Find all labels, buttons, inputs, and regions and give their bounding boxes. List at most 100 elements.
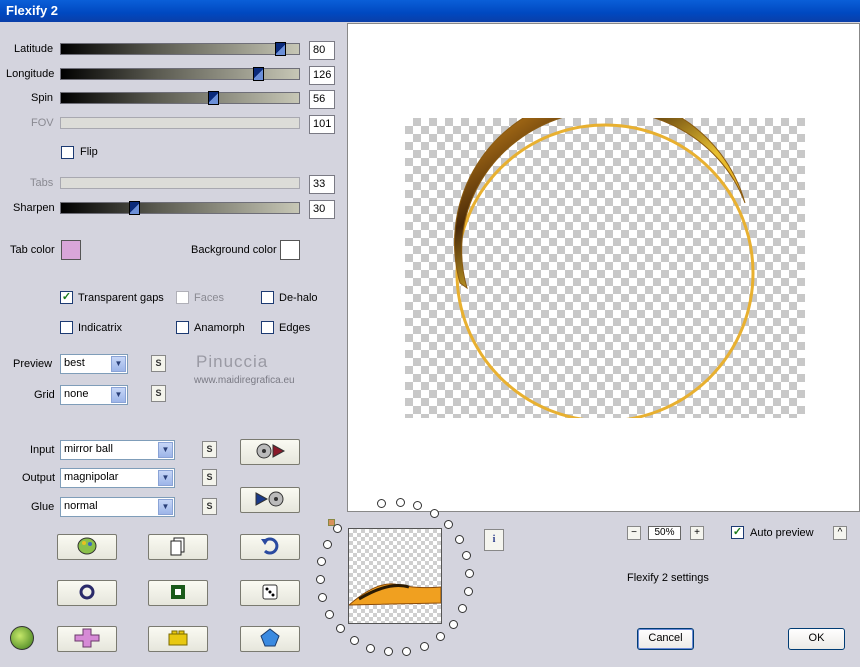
brick-button[interactable] xyxy=(148,626,208,652)
rotation-dot[interactable] xyxy=(325,609,335,619)
rotation-dot[interactable] xyxy=(429,508,439,518)
copy-button[interactable] xyxy=(148,534,208,560)
pentagon-button[interactable] xyxy=(240,626,300,652)
dehalo-checkbox[interactable] xyxy=(261,291,274,304)
glue-select[interactable]: normal ▼ xyxy=(60,497,175,517)
cancel-button[interactable]: Cancel xyxy=(637,628,694,650)
auto-preview-label: Auto preview xyxy=(750,527,814,539)
rotation-dot[interactable] xyxy=(465,569,475,579)
indicatrix-label: Indicatrix xyxy=(78,322,123,334)
dice-icon xyxy=(262,584,278,600)
longitude-slider[interactable] xyxy=(60,67,300,81)
dehalo-label: De-halo xyxy=(279,292,318,304)
collapse-button[interactable]: ^ xyxy=(833,526,847,540)
window-title: Flexify 2 xyxy=(6,3,59,18)
rotation-dot[interactable] xyxy=(350,635,360,645)
undo-button[interactable] xyxy=(240,534,300,560)
glue-s-button[interactable]: S xyxy=(202,498,217,515)
input-select[interactable]: mirror ball ▼ xyxy=(60,440,175,460)
input-label: Input xyxy=(30,444,55,456)
zoom-out-button[interactable]: − xyxy=(627,526,641,540)
glue-select-value: normal xyxy=(64,500,98,512)
rotation-dot[interactable] xyxy=(464,587,474,597)
zoom-in-button[interactable]: + xyxy=(690,526,704,540)
preview-select-value: best xyxy=(64,357,85,369)
anamorph-label: Anamorph xyxy=(194,322,245,334)
palette-icon xyxy=(77,537,97,555)
output-convert-button[interactable] xyxy=(240,487,300,513)
rotation-dot[interactable] xyxy=(336,624,346,634)
faces-label: Faces xyxy=(194,292,224,304)
longitude-thumb[interactable] xyxy=(253,67,264,81)
transparent-gaps-checkbox[interactable]: ✓ xyxy=(60,291,73,304)
auto-preview-checkbox[interactable]: ✓ xyxy=(731,526,744,539)
faces-checkbox xyxy=(176,291,189,304)
output-select[interactable]: magnipolar ▼ xyxy=(60,468,175,488)
rotation-dot[interactable] xyxy=(455,534,465,544)
spin-slider[interactable] xyxy=(60,91,300,105)
preview-select[interactable]: best ▼ xyxy=(60,354,128,374)
rotation-dot[interactable] xyxy=(366,643,376,653)
rotation-dot[interactable] xyxy=(323,539,333,549)
sharpen-value[interactable]: 30 xyxy=(309,200,335,219)
rotation-dot[interactable] xyxy=(435,632,445,642)
output-s-button[interactable]: S xyxy=(202,469,217,486)
latitude-label: Latitude xyxy=(14,43,54,55)
anamorph-checkbox[interactable] xyxy=(176,321,189,334)
rotation-dot[interactable] xyxy=(448,619,458,629)
square-button[interactable] xyxy=(148,580,208,606)
info-icon[interactable]: i xyxy=(484,529,504,551)
zoom-level[interactable]: 50% xyxy=(648,526,681,540)
rotation-dot[interactable] xyxy=(317,556,327,566)
preview-s-button[interactable]: S xyxy=(151,355,166,372)
plus-shape-button[interactable] xyxy=(57,626,117,652)
latitude-slider[interactable] xyxy=(60,42,300,56)
preview-canvas[interactable] xyxy=(347,23,860,512)
edges-checkbox[interactable] xyxy=(261,321,274,334)
flip-checkbox[interactable] xyxy=(61,146,74,159)
tab-color-swatch[interactable] xyxy=(61,240,81,260)
latitude-value[interactable]: 80 xyxy=(309,41,335,60)
background-color-swatch[interactable] xyxy=(280,240,300,260)
rotation-dot[interactable] xyxy=(462,551,472,561)
ring-icon xyxy=(79,584,95,600)
rotation-dot[interactable] xyxy=(318,592,328,602)
rotation-dot[interactable] xyxy=(333,524,343,534)
indicatrix-checkbox[interactable] xyxy=(60,321,73,334)
flip-label: Flip xyxy=(80,146,98,158)
copy-icon xyxy=(170,537,185,556)
fov-label: FOV xyxy=(31,117,54,129)
plus-shape-icon xyxy=(74,628,100,648)
ring-button[interactable] xyxy=(57,580,117,606)
spin-thumb[interactable] xyxy=(208,91,219,105)
rotation-dot[interactable] xyxy=(419,641,429,651)
square-frame-icon xyxy=(171,585,185,599)
rotation-dot[interactable] xyxy=(384,647,394,657)
rotation-dot[interactable] xyxy=(395,497,405,507)
watermark-name: Pinuccia xyxy=(196,352,269,371)
sharpen-slider[interactable] xyxy=(60,201,300,215)
thumbnail-preview[interactable] xyxy=(347,528,442,624)
ring-render xyxy=(453,94,755,423)
rotation-dot[interactable] xyxy=(444,520,454,530)
chevron-down-icon: ▼ xyxy=(111,356,126,372)
input-s-button[interactable]: S xyxy=(202,441,217,458)
rotation-dot[interactable] xyxy=(458,604,468,614)
grid-select[interactable]: none ▼ xyxy=(60,385,128,405)
grid-s-button[interactable]: S xyxy=(151,385,166,402)
tabs-value: 33 xyxy=(309,175,335,194)
watermark-url: www.maidiregrafica.eu xyxy=(194,375,295,386)
longitude-label: Longitude xyxy=(6,68,55,80)
randomize-colors-button[interactable] xyxy=(57,534,117,560)
flexify-window: Flexify 2 Latitude 80 Longitude 126 Spin… xyxy=(0,0,860,667)
input-convert-button[interactable] xyxy=(240,439,300,465)
rotation-dot[interactable] xyxy=(315,574,325,584)
latitude-thumb[interactable] xyxy=(275,42,286,56)
rotation-dot[interactable] xyxy=(402,646,412,656)
background-color-label: Background color xyxy=(191,244,277,256)
spin-value[interactable]: 56 xyxy=(309,90,335,109)
random-button[interactable] xyxy=(240,580,300,606)
longitude-value[interactable]: 126 xyxy=(309,66,335,85)
sharpen-thumb[interactable] xyxy=(129,201,140,215)
ok-button[interactable]: OK xyxy=(788,628,845,650)
